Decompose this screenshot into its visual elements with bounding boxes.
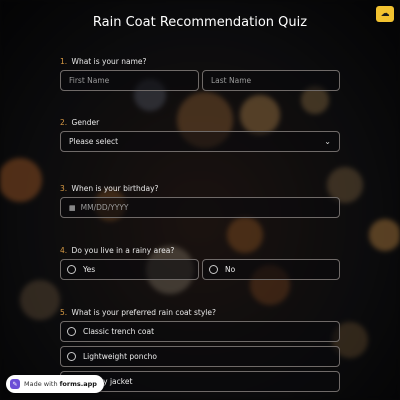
gender-select-value: Please select: [69, 137, 119, 146]
first-name-input[interactable]: First Name: [60, 70, 199, 91]
option-label: Classic trench coat: [83, 327, 155, 336]
radio-button[interactable]: [67, 265, 76, 274]
radio-button[interactable]: [209, 265, 218, 274]
badge-prefix: Made with: [24, 380, 58, 388]
question-text: When is your birthday?: [71, 184, 159, 193]
question-text: What is your name?: [71, 57, 147, 66]
option-label: Lightweight poncho: [83, 352, 157, 361]
last-name-input[interactable]: Last Name: [202, 70, 340, 91]
gender-select[interactable]: Please select ⌄: [60, 131, 340, 152]
forms-app-logo-icon: ✎: [10, 379, 20, 389]
radio-button[interactable]: [67, 352, 76, 361]
question-3-label: 3. When is your birthday?: [60, 184, 159, 193]
cloud-icon: ☁: [380, 9, 390, 19]
made-with-badge[interactable]: ✎ Made with forms.app: [6, 375, 104, 393]
option-label: Yes: [83, 265, 96, 274]
question-number: 5.: [60, 308, 68, 317]
style-option-poncho[interactable]: Lightweight poncho: [60, 346, 340, 367]
option-label: No: [225, 265, 236, 274]
calendar-icon: ▦: [69, 203, 76, 212]
page-title: Rain Coat Recommendation Quiz: [92, 15, 308, 30]
question-4-label: 4. Do you live in a rainy area?: [60, 246, 174, 255]
question-text: What is your preferred rain coat style?: [71, 308, 216, 317]
question-text: Gender: [71, 118, 100, 127]
question-number: 3.: [60, 184, 68, 193]
question-number: 1.: [60, 57, 68, 66]
birthday-input[interactable]: ▦ MM/DD/YYYY: [60, 197, 340, 218]
top-right-button[interactable]: ☁: [376, 6, 394, 22]
rainy-area-option-yes[interactable]: Yes: [60, 259, 199, 280]
style-option-trench-coat[interactable]: Classic trench coat: [60, 321, 340, 342]
question-number: 4.: [60, 246, 68, 255]
first-name-placeholder: First Name: [69, 76, 110, 85]
chevron-down-icon: ⌄: [324, 137, 331, 146]
question-5-label: 5. What is your preferred rain coat styl…: [60, 308, 216, 317]
rainy-area-option-no[interactable]: No: [202, 259, 340, 280]
question-number: 2.: [60, 118, 68, 127]
radio-button[interactable]: [67, 327, 76, 336]
last-name-placeholder: Last Name: [211, 76, 252, 85]
question-2-label: 2. Gender: [60, 118, 99, 127]
badge-brand: forms.app: [59, 380, 97, 388]
birthday-placeholder: MM/DD/YYYY: [80, 203, 129, 212]
question-text: Do you live in a rainy area?: [71, 246, 175, 255]
question-1-label: 1. What is your name?: [60, 57, 147, 66]
